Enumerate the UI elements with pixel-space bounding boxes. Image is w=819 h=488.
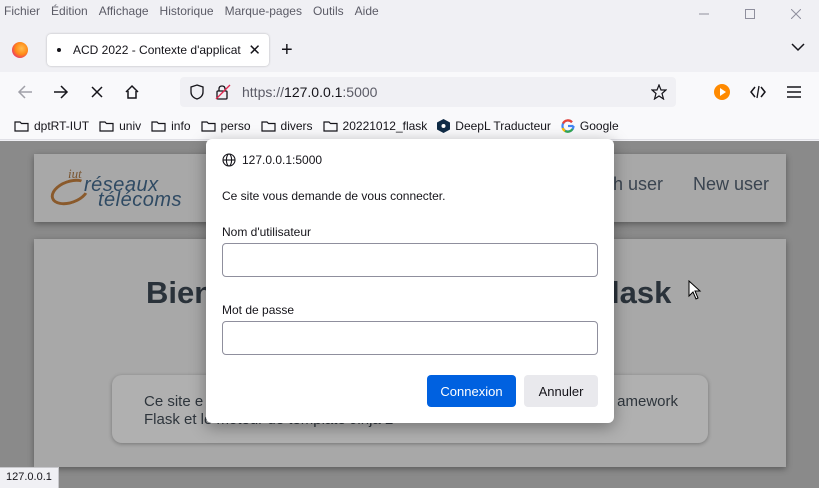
url-bar[interactable]: https://127.0.0.1:5000	[180, 77, 676, 107]
deepl-icon	[437, 118, 451, 133]
bookmark-label: info	[171, 118, 191, 133]
cancel-button[interactable]: Annuler	[524, 375, 598, 407]
mouse-cursor-icon	[688, 280, 702, 300]
globe-icon	[222, 153, 236, 167]
page-title-left: Bien	[146, 275, 214, 310]
bookmark-dptrt-iut[interactable]: dptRT-IUT	[14, 119, 89, 133]
folder-icon	[99, 120, 114, 132]
bookmark-star-icon[interactable]	[650, 83, 668, 101]
menu-file[interactable]: Fichier	[4, 4, 40, 18]
bookmark-perso[interactable]: perso	[200, 118, 251, 133]
home-icon[interactable]	[122, 82, 142, 102]
login-button[interactable]: Connexion	[427, 375, 516, 407]
username-label: Nom d'utilisateur	[222, 225, 311, 239]
bookmark-20221012-flask[interactable]: 20221012_flask	[322, 118, 428, 133]
tab-title: ACD 2022 - Contexte d'applicat	[73, 43, 241, 57]
bookmark-info[interactable]: info	[151, 118, 191, 133]
bookmark-label: DeepL Traducteur	[455, 118, 551, 133]
tab-bar: ACD 2022 - Contexte d'applicat ✕ +	[0, 28, 819, 72]
bookmark-label: divers	[280, 118, 313, 133]
menu-view[interactable]: Affichage	[99, 4, 149, 18]
bookmark-label: 20221012_flask	[342, 118, 428, 133]
hamburger-menu-icon[interactable]	[784, 82, 804, 102]
dialog-origin: 127.0.0.1:5000	[222, 153, 322, 167]
bookmark-deepl[interactable]: DeepL Traducteur	[437, 118, 551, 133]
bookmark-label: univ	[119, 118, 142, 133]
window-controls	[681, 0, 819, 28]
firefox-logo-icon[interactable]	[12, 42, 28, 58]
loading-dot-icon	[57, 48, 61, 52]
forward-icon[interactable]	[51, 82, 71, 102]
bookmark-label: dptRT-IUT	[34, 118, 90, 133]
bookmark-label: perso	[220, 118, 251, 133]
tracking-protection-icon[interactable]	[188, 83, 206, 101]
close-tab-icon[interactable]: ✕	[248, 41, 261, 59]
username-input[interactable]	[222, 243, 598, 277]
dialog-origin-text: 127.0.0.1:5000	[242, 153, 323, 167]
menu-history[interactable]: Historique	[160, 4, 214, 18]
folder-icon	[14, 120, 29, 132]
tab-active[interactable]: ACD 2022 - Contexte d'applicat ✕	[47, 34, 269, 66]
folder-icon	[260, 120, 276, 132]
google-icon	[561, 118, 575, 133]
password-input[interactable]	[222, 321, 598, 355]
bookmarks-toolbar: dptRT-IUT univ info perso divers 2022101…	[0, 112, 819, 140]
back-icon[interactable]	[15, 82, 35, 102]
maximize-icon[interactable]	[727, 0, 773, 28]
password-label: Mot de passe	[222, 303, 295, 317]
bookmark-univ[interactable]: univ	[99, 119, 141, 133]
logo-telecoms-text: télécoms	[98, 189, 183, 211]
bookmark-divers[interactable]: divers	[260, 118, 313, 133]
lock-insecure-icon[interactable]	[214, 83, 232, 101]
page-title-right: lask	[611, 275, 672, 310]
dialog-message: Ce site vous demande de vous connecter.	[222, 189, 446, 203]
menu-help[interactable]: Aide	[355, 4, 379, 18]
logo-iut-text: iut	[68, 166, 82, 181]
site-logo[interactable]: iut réseaux télécoms	[47, 166, 198, 212]
media-extension-icon[interactable]	[712, 82, 732, 102]
minimize-icon[interactable]	[681, 0, 727, 28]
auth-dialog: 127.0.0.1:5000 Ce site vous demande de v…	[206, 139, 614, 423]
close-window-icon[interactable]	[773, 0, 819, 28]
new-tab-button[interactable]: +	[281, 40, 293, 60]
menu-bookmarks[interactable]: Marque-pages	[225, 4, 302, 18]
folder-icon	[151, 120, 166, 132]
intro-text-tail: amework	[617, 393, 678, 410]
stop-icon[interactable]	[87, 82, 107, 102]
folder-icon	[200, 120, 216, 132]
list-all-tabs-icon[interactable]	[791, 41, 805, 55]
devtools-icon[interactable]	[748, 82, 768, 102]
folder-icon	[322, 120, 338, 132]
status-bar: 127.0.0.1	[0, 467, 59, 488]
nav-new-user-link[interactable]: New user	[693, 174, 769, 195]
bookmark-label: Google	[579, 118, 619, 133]
bookmark-google[interactable]: Google	[561, 119, 619, 133]
navigation-toolbar: https://127.0.0.1:5000	[0, 72, 819, 112]
menu-edit[interactable]: Édition	[51, 4, 88, 18]
url-text: https://127.0.0.1:5000	[242, 84, 378, 100]
menu-tools[interactable]: Outils	[313, 4, 344, 18]
